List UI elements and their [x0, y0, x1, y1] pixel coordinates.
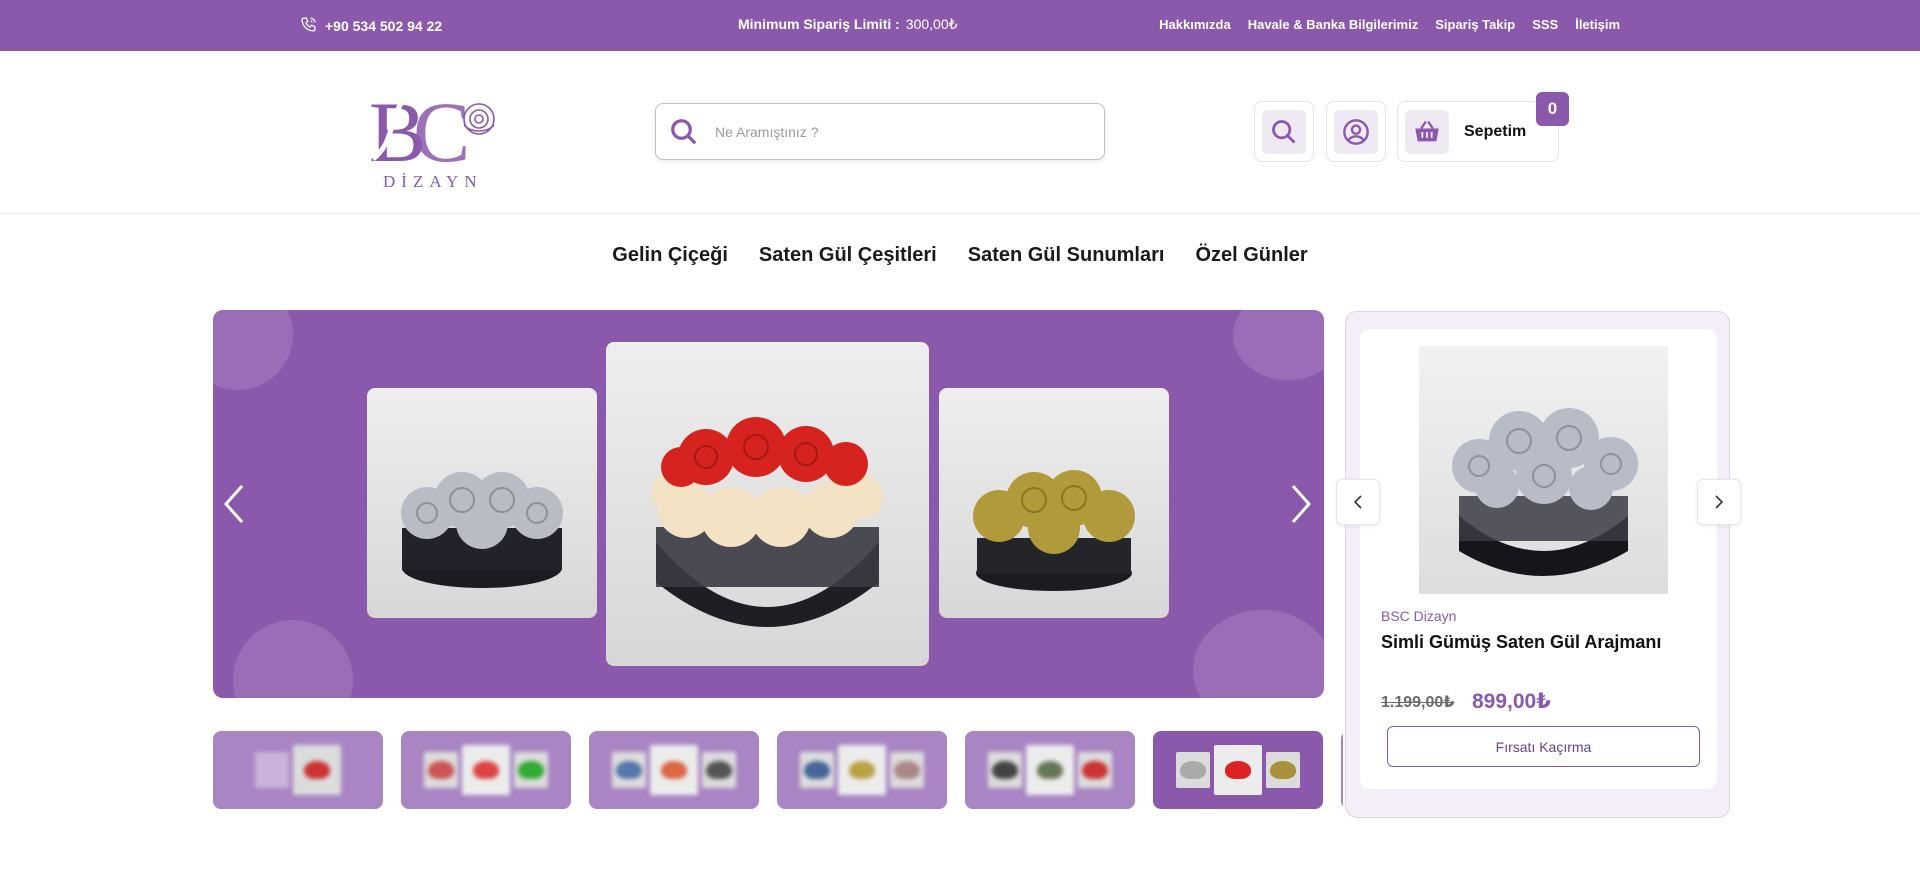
slide-image-silver-roses [367, 388, 597, 618]
cart-count-badge: 0 [1536, 92, 1569, 126]
top-bar: +90 534 502 94 22 Minimum Sipariş Limiti… [0, 0, 1920, 51]
chevron-left-icon[interactable] [216, 480, 252, 528]
phone-contact[interactable]: +90 534 502 94 22 [300, 16, 442, 36]
card-prev-button[interactable] [1336, 479, 1380, 525]
site-logo[interactable]: B C DİZAYN [367, 81, 507, 191]
product-old-price: 1.199,00₺ [1381, 694, 1455, 711]
search-icon[interactable] [669, 117, 699, 147]
slider-thumbnail[interactable] [401, 731, 571, 809]
search-input[interactable] [715, 123, 1075, 140]
decor-flower [213, 310, 293, 390]
chevron-right-icon [1715, 495, 1724, 509]
chevron-left-icon [1353, 495, 1362, 509]
slider-thumbnail[interactable] [965, 731, 1135, 809]
top-links: Hakkımızda Havale & Banka Bilgilerimiz S… [1159, 17, 1620, 32]
cart-label: Sepetim [1464, 122, 1527, 140]
svg-text:DİZAYN: DİZAYN [383, 172, 483, 191]
search-icon [1262, 109, 1306, 154]
svg-text:C: C [413, 84, 470, 180]
card-next-button[interactable] [1697, 479, 1741, 525]
phone-icon [300, 16, 317, 36]
slider-thumbnail[interactable] [589, 731, 759, 809]
link-order-tracking[interactable]: Sipariş Takip [1435, 17, 1515, 32]
product-name[interactable]: Simli Gümüş Saten Gül Arajmanı [1381, 632, 1661, 653]
min-order-label: Minimum Sipariş Limiti : [738, 16, 900, 32]
slider-thumbnail[interactable] [777, 731, 947, 809]
nav-item-satin-rose-types[interactable]: Saten Gül Çeşitleri [759, 244, 937, 267]
main-nav: Gelin Çiçeği Saten Gül Çeşitleri Saten G… [0, 244, 1920, 267]
account-button[interactable] [1326, 101, 1386, 162]
link-contact[interactable]: İletişim [1575, 17, 1620, 32]
user-icon [1334, 109, 1378, 154]
slider-thumbnails [213, 731, 1343, 809]
decor-flower [1193, 610, 1324, 698]
chevron-right-icon[interactable] [1283, 480, 1319, 528]
search-bar [655, 103, 1105, 160]
link-about[interactable]: Hakkımızda [1159, 17, 1231, 32]
min-order-value: 300,00₺ [905, 16, 958, 32]
slider-thumbnail-active[interactable] [1153, 731, 1323, 809]
site-header: B C DİZAYN Sepetim [0, 51, 1920, 214]
product-brand[interactable]: BSC Dizayn [1381, 608, 1456, 624]
phone-number: +90 534 502 94 22 [325, 18, 443, 34]
deal-button[interactable]: Fırsatı Kaçırma [1387, 726, 1700, 767]
cart-button[interactable]: Sepetim [1397, 101, 1559, 162]
link-faq[interactable]: SSS [1532, 17, 1558, 32]
nav-item-satin-rose-presentations[interactable]: Saten Gül Sunumları [968, 244, 1165, 267]
min-order-notice: Minimum Sipariş Limiti : 300,00₺ [738, 16, 958, 33]
product-price: 899,00₺ [1472, 690, 1551, 713]
slider-thumbnail[interactable] [213, 731, 383, 809]
link-bank-info[interactable]: Havale & Banka Bilgilerimiz [1248, 17, 1419, 32]
slide-image-red-cream-roses [606, 342, 929, 666]
slider-thumbnail[interactable] [1341, 731, 1343, 809]
basket-icon [1405, 109, 1449, 154]
nav-item-special-days[interactable]: Özel Günler [1195, 244, 1307, 267]
hero-slider[interactable] [213, 310, 1324, 698]
nav-item-bridal-bouquet[interactable]: Gelin Çiçeği [612, 244, 728, 267]
product-image[interactable] [1419, 346, 1668, 594]
decor-flower [233, 620, 353, 698]
decor-flower [1233, 310, 1324, 380]
slide-image-gold-roses [939, 388, 1169, 618]
search-button[interactable] [1254, 101, 1314, 162]
